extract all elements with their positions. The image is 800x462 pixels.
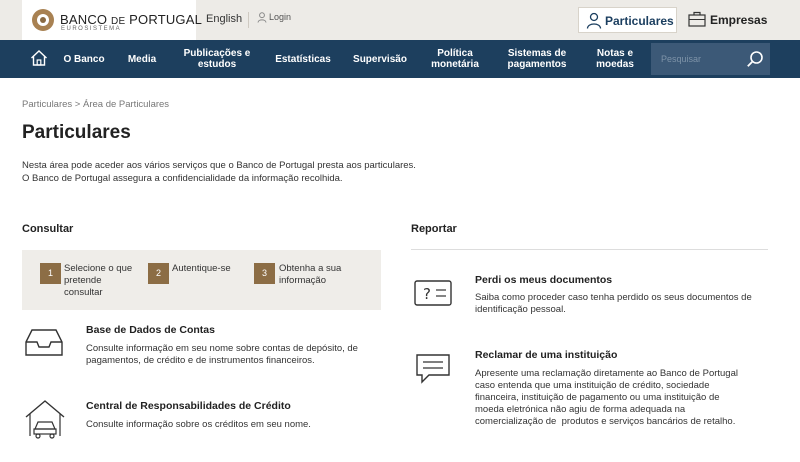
logo[interactable]: BANCO DE PORTUGAL EUROSISTEMA [22, 0, 202, 40]
home-icon[interactable] [30, 49, 48, 67]
step-number: 2 [148, 263, 169, 284]
nav-item-politica-monetaria[interactable]: Política monetária [422, 40, 488, 78]
tab-particulares-label: Particulares [605, 14, 674, 28]
tab-particulares[interactable]: Particulares [578, 7, 677, 33]
divider [411, 249, 768, 250]
nav-item-supervisao[interactable]: Supervisão [347, 40, 413, 78]
complaint-message-icon [416, 354, 450, 384]
briefcase-icon [688, 11, 706, 27]
login-label: Login [269, 12, 292, 22]
person-icon [586, 12, 602, 29]
step-text: Obtenha a sua informação [279, 263, 342, 286]
divider [248, 12, 249, 28]
lost-document-icon: ? [414, 280, 452, 306]
svg-text:?: ? [423, 285, 431, 303]
search-box[interactable]: Pesquisar [651, 43, 770, 75]
card-text: Consulte informação sobre os créditos em… [86, 419, 311, 430]
intro-text: Nesta área pode aceder aos vários serviç… [22, 160, 416, 184]
top-bar: BANCO DE PORTUGAL EUROSISTEMA English Lo… [0, 0, 800, 40]
main-nav: O Banco Media Publicações e estudos Estat… [0, 40, 800, 78]
page-title: Particulares [22, 122, 131, 143]
logo-emblem-icon [32, 9, 54, 31]
reportar-heading: Reportar [411, 223, 457, 235]
language-link[interactable]: English [206, 13, 242, 25]
login-link[interactable]: Login [257, 12, 291, 23]
step-number: 1 [40, 263, 61, 284]
card-title-central-responsabilidades[interactable]: Central de Responsabilidades de Crédito [86, 400, 291, 412]
card-text: Saiba como proceder caso tenha perdido o… [475, 292, 752, 315]
card-title-base-dados-contas[interactable]: Base de Dados de Contas [86, 324, 215, 336]
card-text: Apresente uma reclamação diretamente ao … [475, 368, 738, 427]
nav-item-publicacoes[interactable]: Publicações e estudos [177, 40, 257, 78]
nav-item-o-banco[interactable]: O Banco [58, 40, 110, 78]
nav-item-estatisticas[interactable]: Estatísticas [268, 40, 338, 78]
consultar-heading: Consultar [22, 223, 74, 235]
nav-item-sistemas-pagamentos[interactable]: Sistemas de pagamentos [500, 40, 574, 78]
tab-empresas-label: Empresas [710, 13, 768, 27]
nav-item-notas-moedas[interactable]: Notas e moedas [588, 40, 642, 78]
steps-panel: 1 Selecione o que pretende consultar 2 Aut… [22, 250, 381, 310]
search-input[interactable]: Pesquisar [661, 54, 701, 64]
inbox-icon [25, 329, 63, 356]
user-icon [257, 12, 267, 23]
search-icon[interactable] [746, 50, 764, 68]
breadcrumb[interactable]: Particulares > Área de Particulares [22, 99, 169, 110]
tab-empresas[interactable]: Empresas [688, 7, 778, 33]
house-car-icon [25, 400, 65, 439]
logo-name: BANCO DE PORTUGAL [60, 12, 203, 27]
logo-subtitle: EUROSISTEMA [61, 26, 122, 32]
card-text: Consulte informação em seu nome sobre co… [86, 343, 358, 366]
step-text: Autentique-se [172, 263, 231, 274]
card-title-reclamar-instituicao[interactable]: Reclamar de uma instituição [475, 349, 617, 361]
nav-item-media[interactable]: Media [121, 40, 163, 78]
step-text: Selecione o que pretende consultar [64, 263, 133, 298]
card-title-perdi-documentos[interactable]: Perdi os meus documentos [475, 274, 612, 286]
step-number: 3 [254, 263, 275, 284]
